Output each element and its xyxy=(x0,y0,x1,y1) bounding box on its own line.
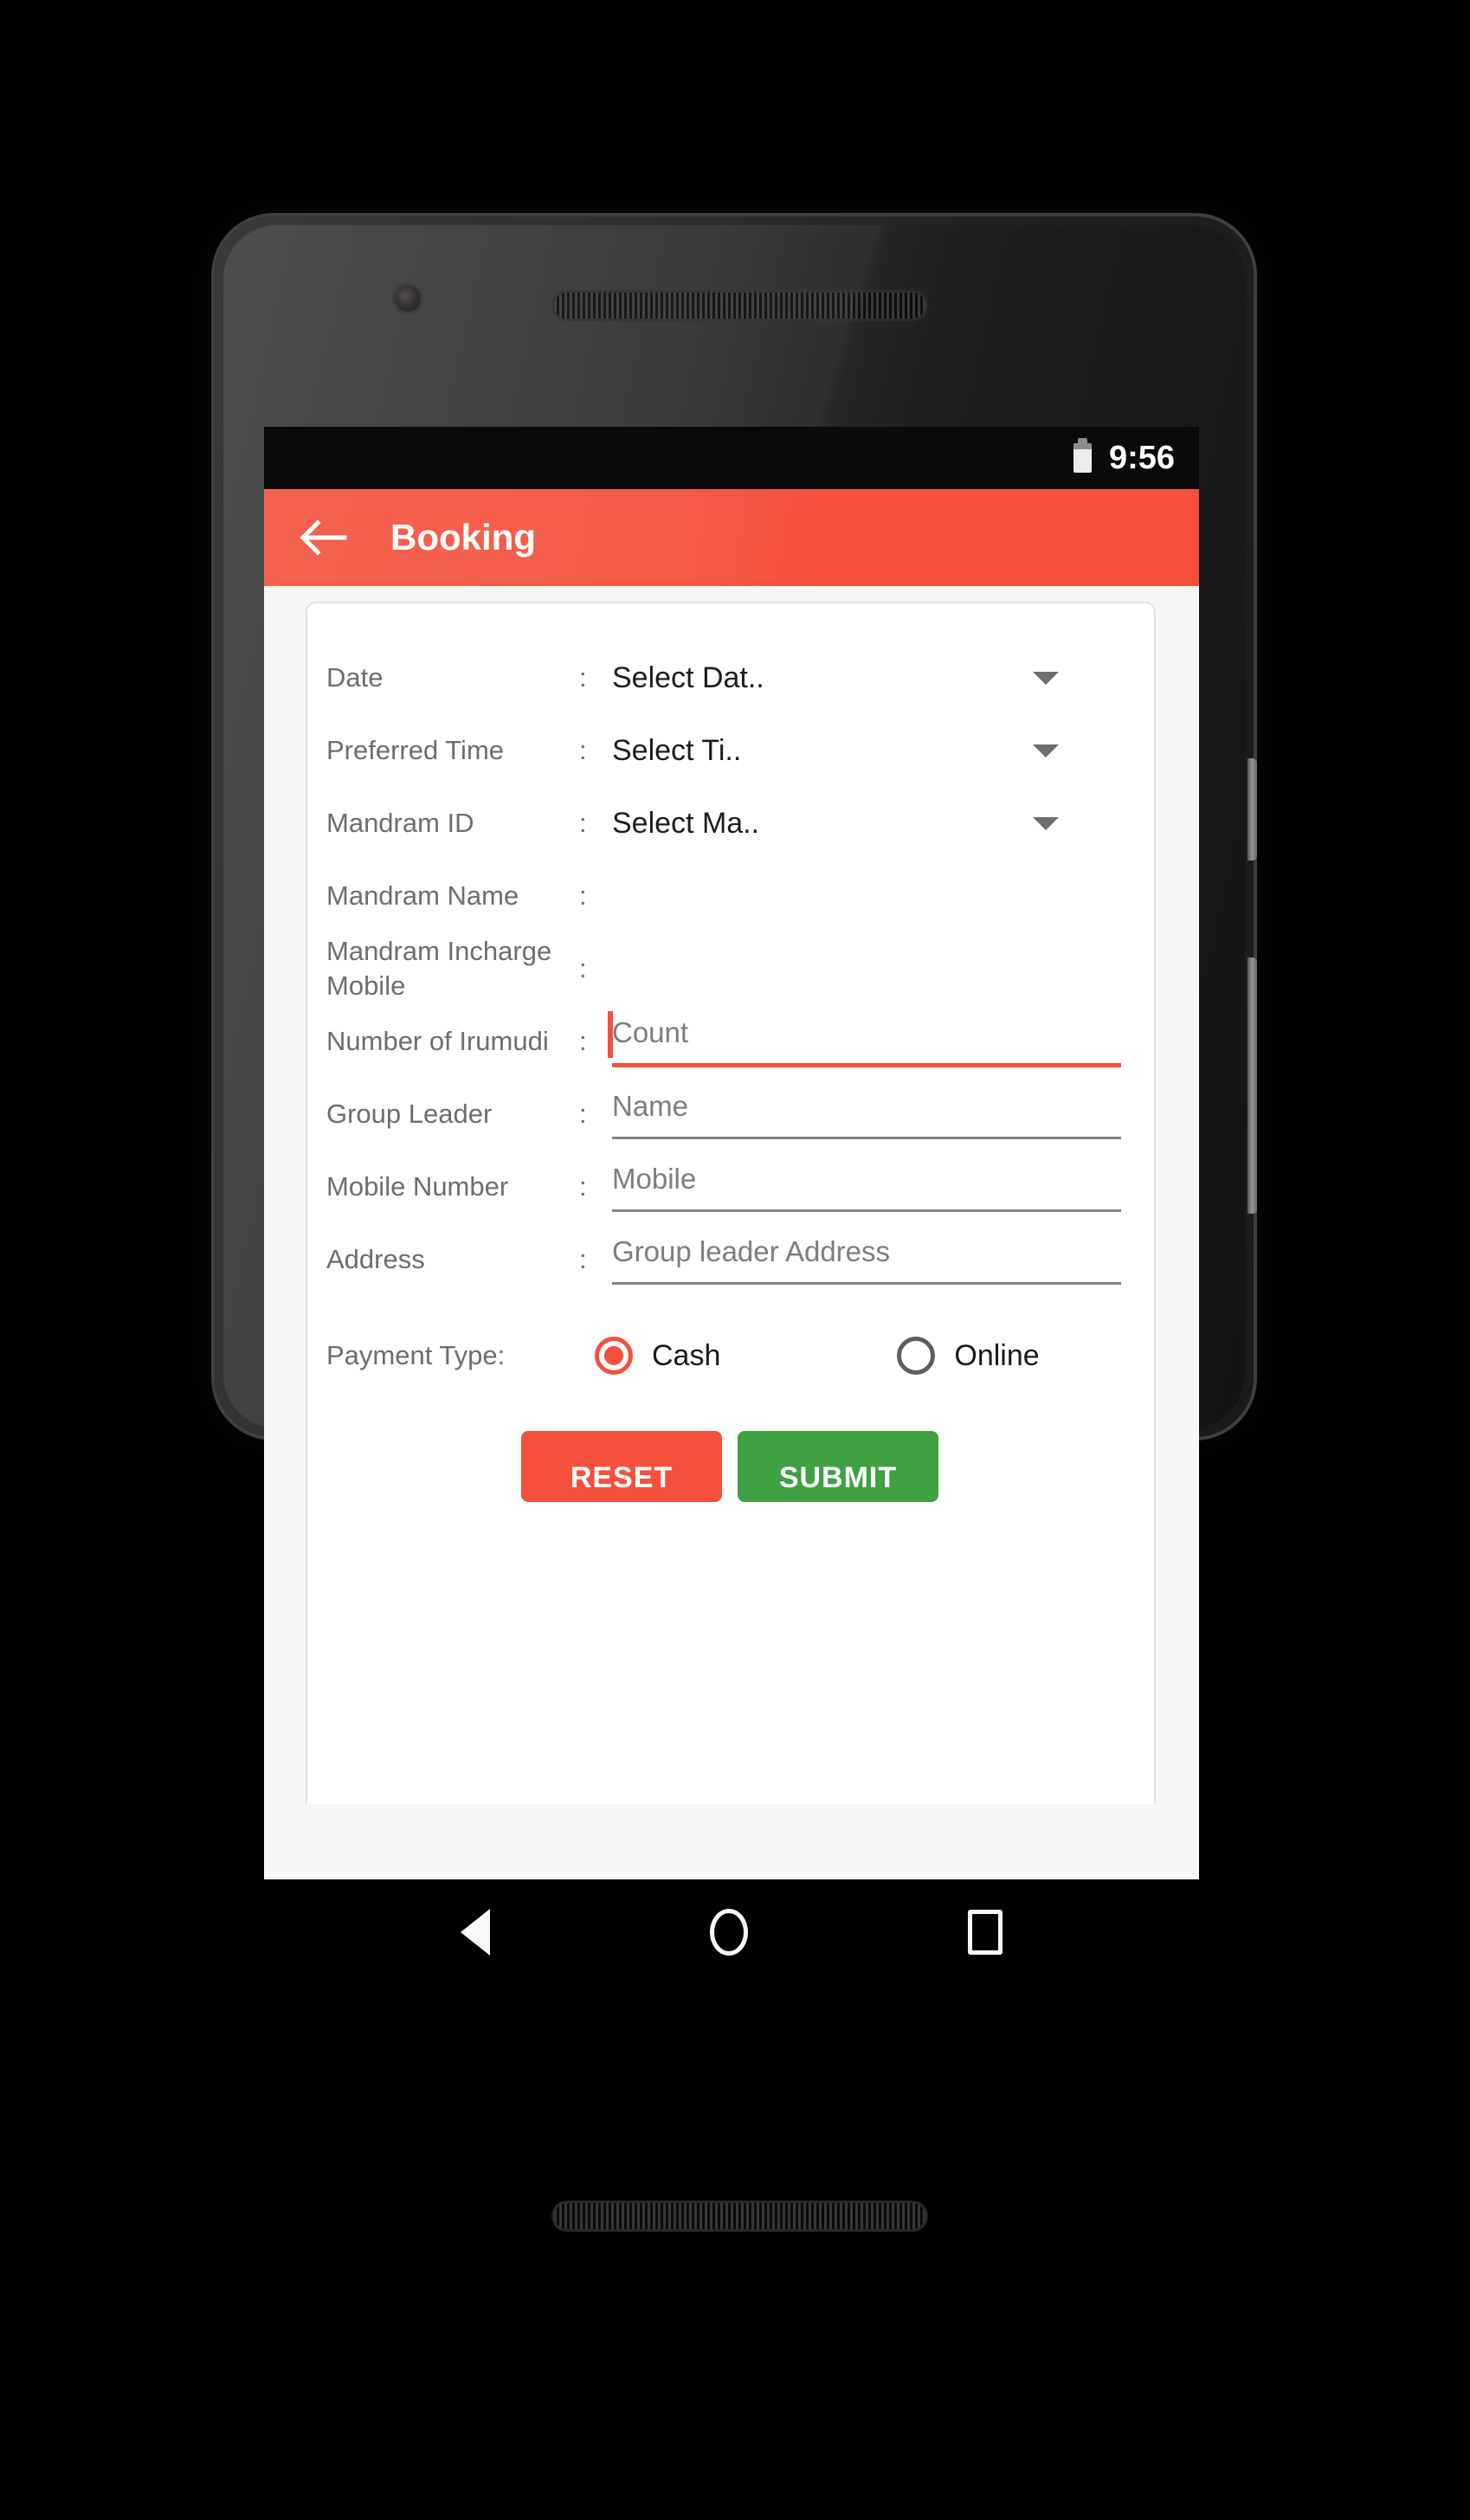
power-button[interactable] xyxy=(1248,758,1257,860)
status-bar: 9:56 xyxy=(264,427,1199,489)
form-action-buttons: RESET SUBMIT xyxy=(326,1431,1133,1502)
battery-icon xyxy=(1073,438,1092,473)
chevron-down-icon xyxy=(1033,671,1059,685)
group-leader-input[interactable]: Name xyxy=(612,1090,1121,1139)
row-colon: : xyxy=(579,1244,587,1274)
payment-option-cash[interactable]: Cash xyxy=(595,1337,720,1375)
form-row-mandram-name: Mandram Name : xyxy=(326,860,1133,932)
page-title: Booking xyxy=(390,517,536,557)
mobile-number-placeholder: Mobile xyxy=(612,1162,697,1195)
payment-type-radio-group: Cash Online xyxy=(579,1337,1133,1375)
form-row-address[interactable]: Address : Group leader Address xyxy=(326,1223,1133,1296)
front-camera-icon xyxy=(395,286,421,312)
payment-option-online[interactable]: Online xyxy=(897,1337,1040,1375)
app-bar: Booking xyxy=(264,489,1199,586)
date-dropdown-value: Select Dat.. xyxy=(612,661,764,694)
date-dropdown[interactable]: Select Dat.. xyxy=(612,661,1133,695)
form-row-mandram-incharge-mobile: Mandram Incharge Mobile : xyxy=(326,932,1133,1005)
form-row-number-of-irumudi[interactable]: Number of Irumudi : Count xyxy=(326,1005,1133,1078)
irumudi-count-input[interactable]: Count xyxy=(608,1010,1121,1067)
form-row-mobile-number[interactable]: Mobile Number : Mobile xyxy=(326,1150,1133,1223)
chevron-down-icon xyxy=(1033,744,1059,757)
radio-selected-icon xyxy=(595,1337,633,1375)
row-label-mandram-incharge-mobile: Mandram Incharge Mobile xyxy=(326,936,552,1001)
row-label-mobile-number: Mobile Number xyxy=(326,1171,509,1202)
group-leader-placeholder: Name xyxy=(612,1089,689,1122)
row-colon: : xyxy=(579,1171,587,1202)
form-row-payment-type: Payment Type: Cash Online xyxy=(326,1305,1133,1407)
text-cursor-icon xyxy=(608,1010,613,1058)
row-colon: : xyxy=(579,662,587,693)
row-label-preferred-time: Preferred Time xyxy=(326,735,505,765)
earpiece-speaker xyxy=(551,290,928,321)
form-row-date[interactable]: Date : Select Dat.. xyxy=(326,641,1133,714)
arrow-left-icon[interactable] xyxy=(299,512,351,564)
irumudi-count-placeholder: Count xyxy=(612,1015,689,1048)
mandram-id-dropdown-value: Select Ma.. xyxy=(612,806,760,840)
square-recents-icon[interactable] xyxy=(968,1910,1003,1955)
row-label-payment-type: Payment Type: xyxy=(326,1340,506,1370)
triangle-back-icon[interactable] xyxy=(461,1909,490,1956)
row-colon: : xyxy=(579,808,587,838)
screenshot-root: 9:56 Booking Date : Select Dat.. Preferr… xyxy=(0,0,1470,2520)
row-label-mandram-name: Mandram Name xyxy=(326,880,519,911)
preferred-time-dropdown[interactable]: Select Ti.. xyxy=(612,734,1133,768)
android-navigation-bar xyxy=(264,1879,1199,1985)
submit-button[interactable]: SUBMIT xyxy=(738,1431,938,1502)
row-colon: : xyxy=(579,953,587,983)
form-row-preferred-time[interactable]: Preferred Time : Select Ti.. xyxy=(326,714,1133,787)
form-scroll-area[interactable]: Date : Select Dat.. Preferred Time : Sel… xyxy=(264,586,1199,1804)
device-screen: 9:56 Booking Date : Select Dat.. Preferr… xyxy=(264,427,1199,1985)
circle-home-icon[interactable] xyxy=(710,1909,748,1956)
row-label-address: Address xyxy=(326,1244,425,1274)
radio-unselected-icon xyxy=(897,1337,936,1375)
form-row-mandram-id[interactable]: Mandram ID : Select Ma.. xyxy=(326,787,1133,860)
payment-option-online-label: Online xyxy=(954,1338,1040,1372)
payment-option-cash-label: Cash xyxy=(652,1338,721,1372)
row-label-number-of-irumudi: Number of Irumudi xyxy=(326,1026,549,1056)
mandram-id-dropdown[interactable]: Select Ma.. xyxy=(612,807,1133,841)
row-colon: : xyxy=(579,880,587,911)
row-colon: : xyxy=(579,1099,587,1129)
row-label-group-leader: Group Leader xyxy=(326,1099,493,1129)
row-colon: : xyxy=(579,735,587,765)
mobile-number-input[interactable]: Mobile xyxy=(612,1163,1121,1212)
form-row-group-leader[interactable]: Group Leader : Name xyxy=(326,1078,1133,1150)
row-label-mandram-id: Mandram ID xyxy=(326,808,474,838)
volume-rocker-button[interactable] xyxy=(1248,957,1257,1214)
reset-button[interactable]: RESET xyxy=(521,1431,722,1502)
row-label-date: Date xyxy=(326,662,384,693)
chevron-down-icon xyxy=(1033,816,1059,830)
booking-form-card: Date : Select Dat.. Preferred Time : Sel… xyxy=(306,602,1156,1804)
bottom-speaker xyxy=(551,2201,928,2232)
status-bar-clock: 9:56 xyxy=(1108,439,1175,476)
address-input[interactable]: Group leader Address xyxy=(612,1235,1121,1285)
preferred-time-dropdown-value: Select Ti.. xyxy=(612,733,742,767)
address-placeholder: Group leader Address xyxy=(612,1234,891,1267)
